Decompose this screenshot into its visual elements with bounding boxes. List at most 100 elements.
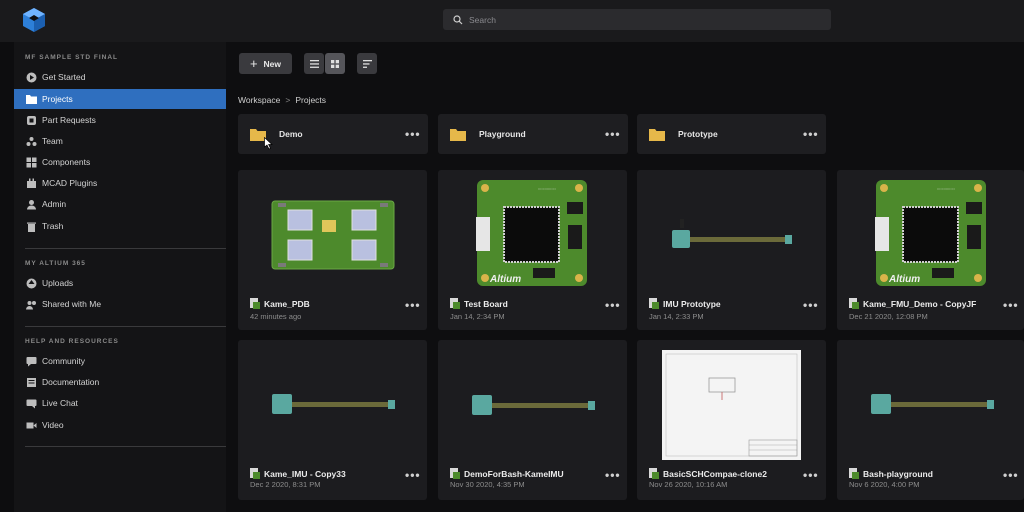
project-icon (649, 468, 659, 479)
more-options-icon[interactable]: ••• (605, 469, 621, 481)
sidebar-item-label: Part Requests (42, 115, 96, 125)
sidebar-divider (25, 446, 227, 447)
board-silk-text: Altium (489, 274, 521, 285)
plus-icon: + (249, 55, 258, 71)
workspace-heading: MF SAMPLE STD FINAL (25, 54, 119, 61)
project-icon (450, 298, 460, 309)
sidebar-item-projects[interactable]: Projects (14, 89, 226, 109)
more-options-icon[interactable]: ••• (803, 469, 819, 481)
project-card[interactable]: :::::::::::::::: Altium Test Board Jan 1… (438, 170, 627, 330)
top-bar: Search (0, 0, 1024, 42)
sidebar-item-label: Community (42, 356, 85, 366)
flex-cable-thumbnail (472, 395, 595, 415)
sidebar-item-mcad-plugins[interactable]: MCAD Plugins (14, 173, 226, 193)
project-card[interactable]: Kame_PDB 42 minutes ago ••• (238, 170, 427, 330)
video-icon (25, 419, 37, 431)
flex-cable-thumbnail (871, 394, 994, 414)
project-date: Dec 21 2020, 12:08 PM (849, 312, 928, 321)
more-options-icon[interactable]: ••• (1003, 469, 1019, 481)
folder-card[interactable]: Playground ••• (438, 114, 628, 154)
sidebar-item-components[interactable]: Components (14, 152, 226, 172)
sidebar-item-label: Get Started (42, 72, 86, 82)
sidebar-item-trash[interactable]: Trash (14, 216, 226, 236)
grid-view-button[interactable] (325, 53, 345, 74)
project-name: Test Board (464, 299, 508, 309)
breadcrumb-separator: > (285, 95, 291, 105)
project-card[interactable]: IMU Prototype Jan 14, 2:33 PM ••• (637, 170, 826, 330)
more-options-icon[interactable]: ••• (803, 128, 819, 140)
trash-icon (25, 220, 37, 232)
sidebar-item-shared-with-me[interactable]: Shared with Me (14, 294, 226, 314)
project-name: Kame_IMU - Copy33 (264, 469, 346, 479)
project-date: Nov 30 2020, 4:35 PM (450, 480, 525, 489)
sidebar-item-uploads[interactable]: Uploads (14, 273, 226, 293)
project-card[interactable]: Bash-playground Nov 6 2020, 4:00 PM ••• (837, 340, 1024, 500)
folder-name: Demo (279, 129, 303, 139)
search-icon (453, 14, 463, 24)
admin-icon (25, 198, 37, 210)
shared-icon (25, 298, 37, 310)
svg-text:::::::::::::::::: :::::::::::::::: (937, 186, 955, 191)
project-icon (250, 468, 260, 479)
sidebar-item-label: Shared with Me (42, 299, 102, 309)
community-icon (25, 355, 37, 367)
flex-cable-thumbnail (272, 394, 395, 414)
list-view-button[interactable] (304, 53, 324, 74)
folder-card[interactable]: Prototype ••• (637, 114, 826, 154)
more-options-icon[interactable]: ••• (405, 128, 421, 140)
pcb-chip-board-thumbnail: :::::::::::::::: Altium (875, 180, 986, 286)
sidebar-item-label: Admin (42, 199, 67, 209)
mouse-cursor-icon (264, 137, 273, 150)
project-date: Nov 26 2020, 10:16 AM (649, 480, 728, 489)
new-button[interactable]: + New (239, 53, 292, 74)
part-request-icon (25, 114, 37, 126)
project-card[interactable]: BasicSCHCompae-clone2 Nov 26 2020, 10:16… (637, 340, 826, 500)
sidebar-item-label: MCAD Plugins (42, 178, 98, 188)
project-icon (250, 298, 260, 309)
project-icon (649, 298, 659, 309)
project-card[interactable]: :::::::::::::::: Altium Kame_FMU_Demo - … (837, 170, 1024, 330)
project-name: Kame_PDB (264, 299, 310, 309)
new-button-label: New (263, 58, 282, 69)
search-placeholder: Search (469, 14, 496, 25)
more-options-icon[interactable]: ••• (803, 299, 819, 311)
project-date: Jan 14, 2:33 PM (649, 312, 704, 321)
project-card[interactable]: Kame_IMU - Copy33 Dec 2 2020, 8:31 PM ••… (238, 340, 427, 500)
sidebar: MF SAMPLE STD FINAL Get Started Projects… (14, 42, 227, 512)
pcb-chip-board-thumbnail: :::::::::::::::: Altium (476, 180, 587, 286)
more-options-icon[interactable]: ••• (405, 469, 421, 481)
more-options-icon[interactable]: ••• (605, 128, 621, 140)
documentation-icon (25, 376, 37, 388)
sidebar-item-label: Documentation (42, 377, 100, 387)
pcb-board-thumbnail (271, 200, 395, 270)
more-options-icon[interactable]: ••• (405, 299, 421, 311)
sidebar-item-label: Live Chat (42, 398, 78, 408)
project-date: Nov 6 2020, 4:00 PM (849, 480, 920, 489)
folder-icon (450, 128, 466, 141)
altium-logo-icon[interactable] (14, 2, 54, 38)
sidebar-item-documentation[interactable]: Documentation (14, 372, 226, 392)
sidebar-divider (25, 248, 227, 249)
sidebar-item-video[interactable]: Video (14, 415, 226, 435)
project-card[interactable]: DemoForBash-KameIMU Nov 30 2020, 4:35 PM… (438, 340, 627, 500)
chat-icon (25, 397, 37, 409)
sidebar-item-part-requests[interactable]: Part Requests (14, 110, 226, 130)
plugin-icon (25, 177, 37, 189)
sidebar-item-get-started[interactable]: Get Started (14, 67, 226, 87)
sidebar-item-community[interactable]: Community (14, 351, 226, 371)
project-name: IMU Prototype (663, 299, 721, 309)
sidebar-item-live-chat[interactable]: Live Chat (14, 393, 226, 413)
sidebar-item-team[interactable]: Team (14, 131, 226, 151)
more-options-icon[interactable]: ••• (605, 299, 621, 311)
folder-icon (649, 128, 665, 141)
more-options-icon[interactable]: ••• (1003, 299, 1019, 311)
sort-button[interactable] (357, 53, 377, 74)
sidebar-item-label: Trash (42, 221, 64, 231)
project-icon (450, 468, 460, 479)
project-name: BasicSCHCompae-clone2 (663, 469, 767, 479)
search-input[interactable]: Search (443, 9, 831, 30)
list-view-icon (309, 59, 319, 68)
sidebar-divider (25, 326, 227, 327)
sidebar-item-admin[interactable]: Admin (14, 194, 226, 214)
breadcrumb-root[interactable]: Workspace (238, 95, 280, 105)
